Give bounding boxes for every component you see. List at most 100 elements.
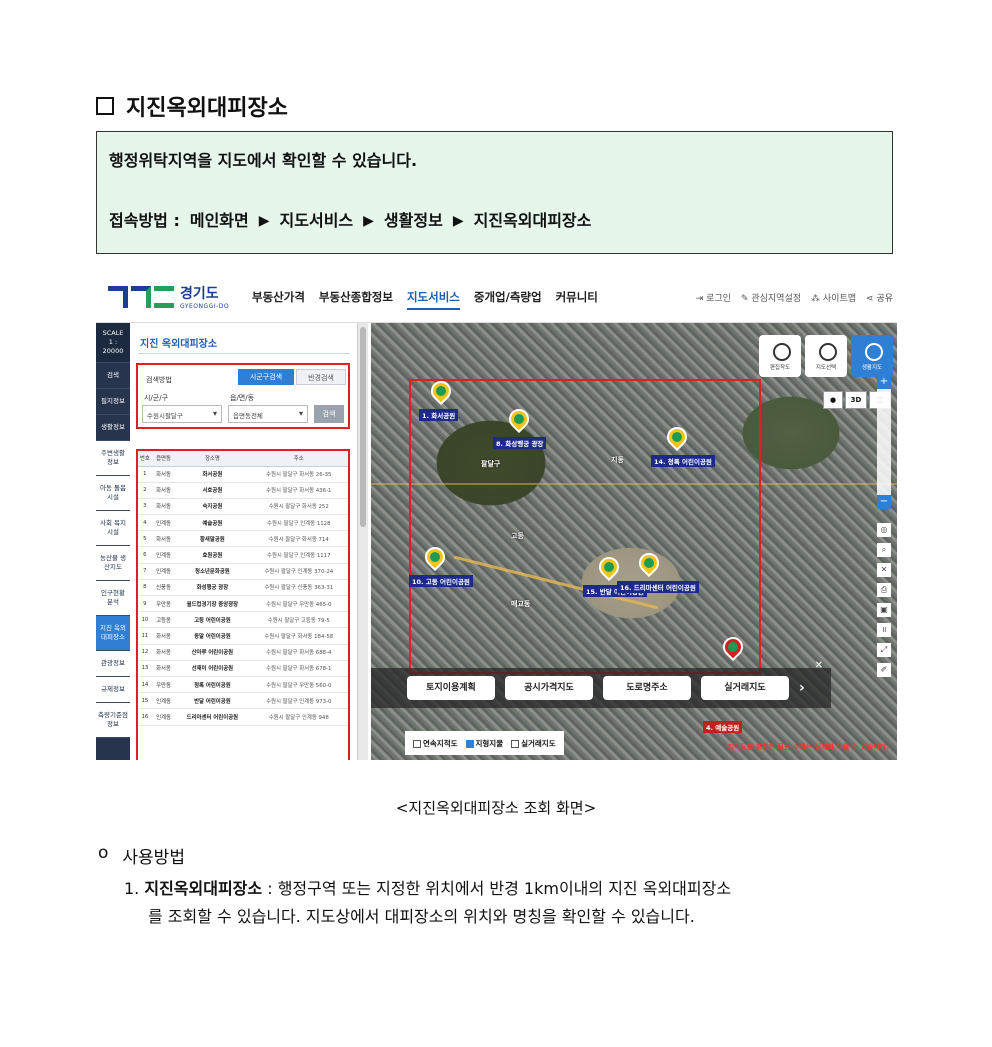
shelter-marker[interactable] (420, 542, 450, 573)
check-cadastral[interactable]: 연속지적도 (413, 738, 458, 749)
login-link[interactable]: ⇥ 로그인 (696, 291, 731, 304)
layer-button[interactable]: 실거래지도 (701, 676, 789, 700)
interest-area-link[interactable]: ✎ 관심지역설정 (741, 291, 801, 304)
table-row[interactable]: 13 화서동 선재미 어린이공원 수원시 팔달구 화서동 678-1 (138, 660, 348, 677)
sidebar-item-earthquake[interactable]: 지진 옥외 대피장소 (96, 616, 130, 651)
sidebar-item-life[interactable]: 생활정보 (96, 415, 130, 441)
table-row[interactable]: 2 화서동 서호공원 수원시 팔달구 화서동 436-1 (138, 482, 348, 499)
sidebar-item[interactable]: 인구현황 분석 (96, 581, 130, 616)
column-header: 읍면동 (151, 451, 176, 467)
row-address: 수원시 팔달구 화서동 184-58 (249, 627, 348, 645)
row-address: 수원시 팔달구 인계동 948 (249, 708, 348, 726)
table-row[interactable]: 15 인계동 반달 어린이공원 수원시 팔달구 인계동 973-0 (138, 692, 348, 710)
table-row[interactable]: 7 인계동 청소년문화공원 수원시 팔달구 인계동 370-24 (138, 563, 348, 580)
sidebar-item[interactable]: 농산물 생산지도 (96, 546, 130, 581)
shelter-marker[interactable] (426, 376, 456, 407)
panel-scrollbar[interactable] (358, 323, 368, 760)
shelter-marker[interactable] (504, 404, 534, 435)
row-place-name: 고등 어린이공원 (175, 611, 250, 629)
sidebar-item[interactable]: 사회 복지시설 (96, 511, 130, 546)
erase-icon[interactable]: ✐ (877, 663, 891, 677)
shelter-marker[interactable] (594, 552, 624, 583)
sidebar-item-parcel[interactable]: 필지정보 (96, 389, 130, 415)
tab-radius-search[interactable]: 반경검색 (296, 369, 346, 385)
print-icon[interactable]: ⎙ (877, 583, 891, 597)
street-view-icon[interactable]: ● (823, 391, 843, 409)
tools-icon[interactable]: ✕ (877, 563, 891, 577)
sidebar-item[interactable]: 관광정보 (96, 651, 130, 677)
layer-button[interactable]: 공시가격지도 (505, 676, 593, 700)
save-icon[interactable]: ▣ (877, 603, 891, 617)
close-icon[interactable]: ✕ (815, 660, 823, 671)
sidebar-item[interactable]: 규제정보 (96, 677, 130, 703)
row-place-name: 황새말공원 (175, 530, 250, 548)
dong-select[interactable]: 읍면동전체 (228, 405, 308, 423)
share-link[interactable]: ⋖ 공유 (866, 291, 893, 304)
map-checkboxes: 연속지적도 지형지물 실거래지도 (405, 731, 564, 755)
row-dong: 화서동 (151, 498, 176, 516)
row-dong: 인계동 (151, 563, 176, 580)
check-realtrade[interactable]: 실거래지도 (511, 738, 556, 749)
life-map-tool[interactable]: 생활지도 (851, 335, 893, 377)
tab-district-search[interactable]: 시군구검색 (238, 369, 294, 385)
layer-select-tool[interactable]: 지도선택 (805, 335, 847, 377)
map-view[interactable]: 팔달구 지동 고등 매교동 1. 화서공원 8. 화성행궁 광장 14. 청록 … (371, 323, 897, 760)
sidebar-item-search[interactable]: 검색 (96, 363, 130, 389)
sidebar-item[interactable]: 주변생활 정보 (96, 441, 130, 476)
row-number: 10 (138, 611, 152, 629)
3d-button[interactable]: 3D (845, 391, 867, 409)
table-row[interactable]: 14 우만동 청록 어린이공원 수원시 팔달구 우만동 560-0 (138, 676, 348, 694)
check-terrain[interactable]: 지형지물 (465, 738, 503, 749)
shelter-marker[interactable] (634, 548, 664, 579)
sidebar-item[interactable]: 아동 돌봄시설 (96, 476, 130, 511)
sidebar-item[interactable]: 측량기준점 정보 (96, 703, 130, 738)
layer-button[interactable]: 도로명주소 (603, 676, 691, 700)
row-dong: 신풍동 (151, 579, 176, 597)
row-dong: 인계동 (151, 514, 176, 532)
row-dong: 화서동 (151, 482, 176, 499)
table-row[interactable]: 10 고등동 고등 어린이공원 수원시 팔달구 고등동 79-5 (138, 611, 348, 629)
edit-draw-tool[interactable]: 편집작도 (759, 335, 801, 377)
access-step: 지진옥외대피장소 (473, 211, 592, 230)
pause-icon[interactable]: ॥ (877, 623, 891, 637)
table-row[interactable]: 12 화서동 산마루 어린이공원 수원시 팔달구 화서동 688-4 (138, 644, 348, 661)
left-sidebar: SCALE 1 : 20000 검색 필지정보 생활정보 주변생활 정보 아동 돌… (96, 323, 130, 760)
bullet-marker: o (98, 843, 109, 863)
nav-item[interactable]: 부동산가격 (252, 289, 305, 310)
table-row[interactable]: 6 인계동 효원공원 수원시 팔달구 인계동 1117 (138, 546, 348, 564)
sitemap-link[interactable]: ⁂ 사이트맵 (811, 291, 856, 304)
table-row[interactable]: 9 우만동 월드컵경기장 중앙광장 수원시 팔달구 우만동 465-0 (138, 595, 348, 613)
zoom-out-icon[interactable]: − (877, 495, 891, 509)
search-button[interactable]: 검색 (314, 405, 344, 423)
table-row[interactable]: 1 화서동 화서공원 수원시 팔달구 화서동 26-35 (138, 466, 348, 483)
access-step: 지도서비스 (279, 211, 354, 230)
nav-item[interactable]: 중개업/측량업 (474, 289, 542, 310)
layer-button[interactable]: 토지이용계획 (407, 676, 495, 700)
nav-item-active[interactable]: 지도서비스 (406, 289, 460, 310)
measure-icon[interactable]: ⌕ (877, 543, 891, 557)
site-header: 경기도 GYEONGGI-DO 부동산가격 부동산종합정보 지도서비스 중개업/… (96, 275, 897, 323)
nav-item[interactable]: 커뮤니티 (556, 289, 598, 310)
row-address: 수원시 팔달구 신풍동 363-31 (249, 579, 348, 597)
chevron-right-icon[interactable]: › (799, 680, 805, 696)
table-row[interactable]: 11 화서동 동말 어린이공원 수원시 팔달구 화서동 184-58 (138, 627, 348, 645)
table-row[interactable]: 3 화서동 숙지공원 수원시 팔달구 화서동 252 (138, 498, 348, 516)
access-label: 접속방법 : (109, 211, 180, 230)
shelter-marker[interactable] (662, 422, 692, 453)
locate-icon[interactable]: ◎ (877, 523, 891, 537)
district-select[interactable]: 수원시팔달구 (142, 405, 222, 423)
gyeonggi-logo[interactable]: 경기도 GYEONGGI-DO (108, 283, 229, 310)
shelter-marker-selected[interactable] (718, 632, 748, 663)
nav-item[interactable]: 부동산종합정보 (319, 289, 393, 310)
table-row[interactable]: 4 인계동 예술공원 수원시 팔달구 인계동 1128 (138, 514, 348, 532)
table-row[interactable]: 16 인계동 드리마센터 어린이공원 수원시 팔달구 인계동 948 (138, 708, 348, 726)
column-header: 번호 (138, 451, 152, 467)
fullscreen-icon[interactable]: ⤢ (877, 643, 891, 657)
row-place-name: 서호공원 (175, 482, 250, 499)
zoom-in-icon[interactable]: + (877, 375, 891, 389)
table-row[interactable]: 8 신풍동 화성행궁 광장 수원시 팔달구 신풍동 363-31 (138, 579, 348, 597)
row-address: 수원시 팔달구 인계동 973-0 (249, 692, 348, 710)
row-place-name: 선재미 어린이공원 (175, 660, 250, 677)
table-row[interactable]: 5 화서동 황새말공원 수원시 팔달구 화서동 714 (138, 530, 348, 548)
zoom-control[interactable]: + − (877, 375, 891, 509)
